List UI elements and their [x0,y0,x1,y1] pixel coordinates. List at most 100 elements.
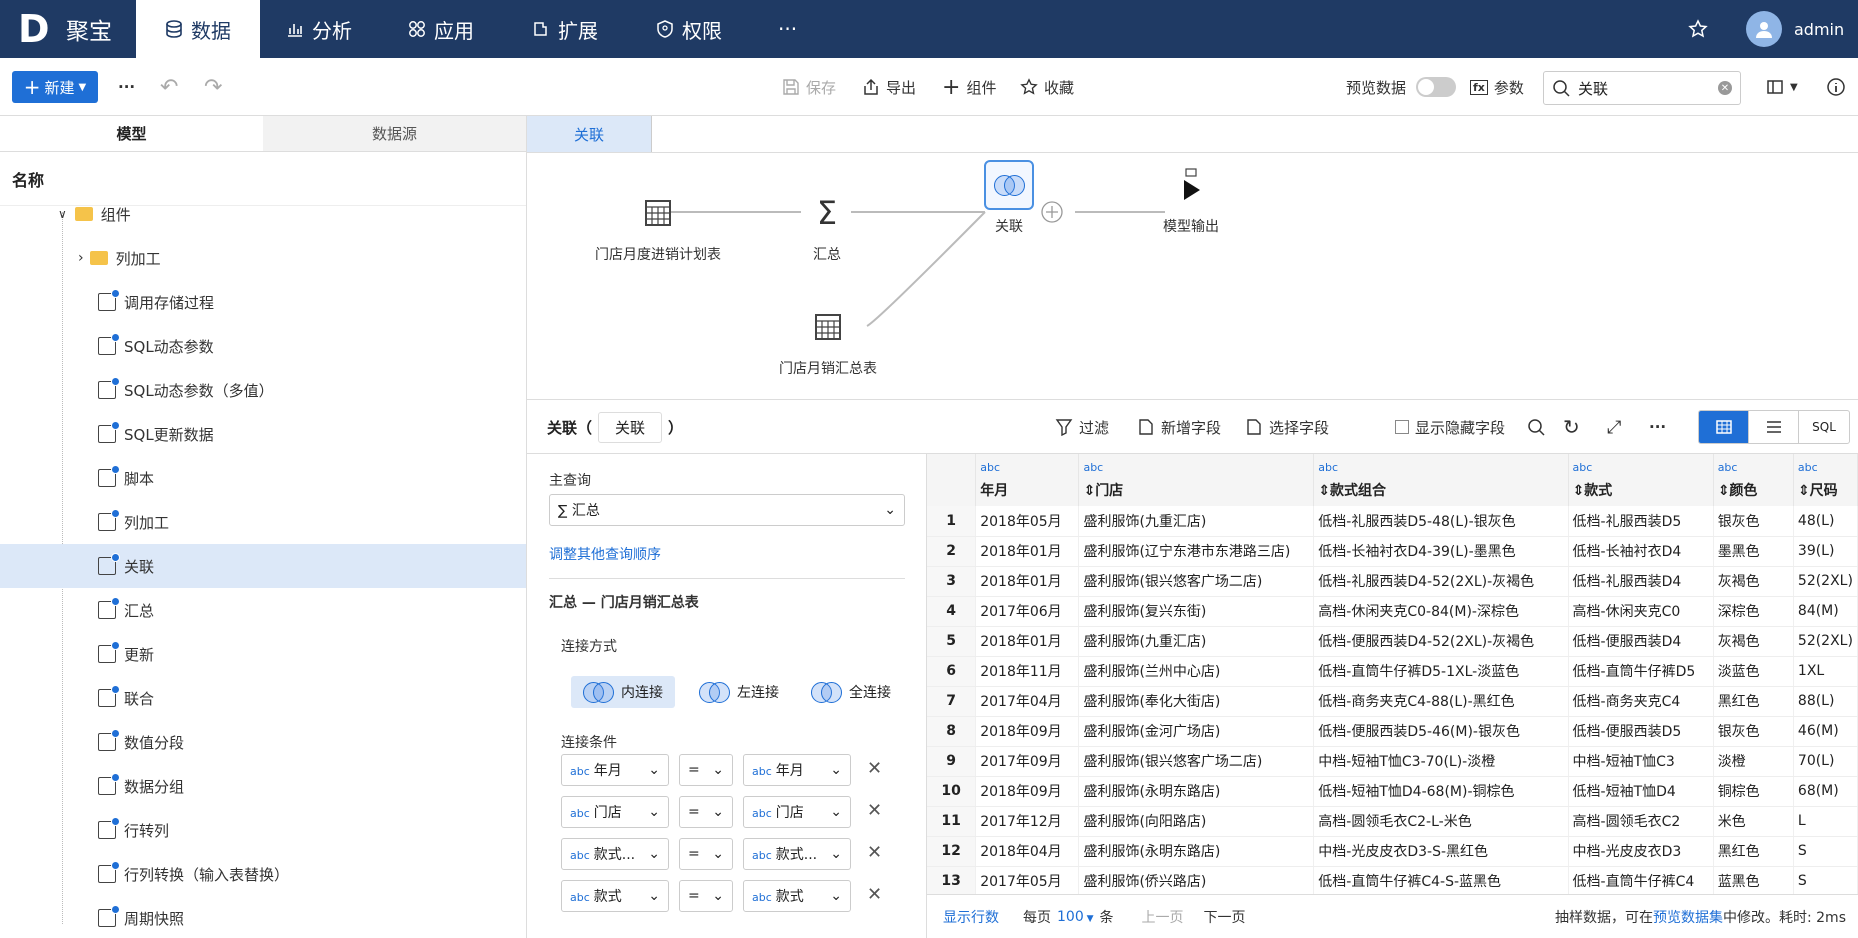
tree-item[interactable]: 汇总 [0,588,526,632]
tree-item[interactable]: 周期快照 [0,896,526,938]
column-header[interactable]: abc ⇕款式组合 [1313,454,1569,506]
node-sales-summary-table[interactable]: 门店月销汇总表 [753,302,903,378]
preview-toggle[interactable] [1416,77,1457,97]
app-logo[interactable]: D 聚宝 [0,0,136,58]
sql-view-button[interactable]: SQL [1799,411,1849,443]
table-row[interactable]: 9 2017年09月 盛利服饰(银兴悠客广场二店) 中档-短袖T恤C3-70(L)-淡… [927,746,1858,777]
info-icon[interactable] [1826,58,1846,116]
tree-item[interactable]: SQL更新数据 [0,412,526,456]
nav-more[interactable]: ··· [778,0,797,58]
nav-permission[interactable]: 权限 [656,0,722,58]
table-row[interactable]: 13 2017年05月 盛利服饰(侨兴路店) 低档-直筒牛仔裤C4-S-蓝黑色 低档-直… [927,866,1858,894]
page-size-select[interactable]: 100 ▼ [1057,909,1094,925]
tree-item[interactable]: SQL动态参数 [0,324,526,368]
node-summary[interactable]: Σ 汇总 [787,188,867,264]
column-header[interactable]: abc ⇕款式 [1568,454,1714,506]
table-row[interactable]: 3 2018年01月 盛利服饰(银兴悠客广场二店) 低档-礼服西装D4-52(2XL)… [927,566,1858,597]
main-query-select[interactable]: ∑ 汇总 ⌄ [549,494,905,526]
tree-item[interactable]: 脚本 [0,456,526,500]
table-row[interactable]: 2 2018年01月 盛利服饰(辽宁东港市东港路三店) 低档-长袖衬衣D4-39(L)… [927,536,1858,567]
more-icon[interactable]: ··· [1649,400,1666,454]
params-button[interactable]: fx 参数 [1470,58,1524,116]
tree-item[interactable]: 数值分段 [0,720,526,764]
component-button[interactable]: + 组件 [942,58,996,116]
user-menu[interactable]: admin [1746,0,1844,58]
export-button[interactable]: 导出 [862,58,916,116]
tree-item[interactable]: 更新 [0,632,526,676]
tree-item-folder-column[interactable]: › 列加工 [0,236,526,280]
table-row[interactable]: 6 2018年11月 盛利服饰(兰州中心店) 低档-直筒牛仔裤D5-1XL-淡蓝色 低档… [927,656,1858,687]
tree-item[interactable]: 数据分组 [0,764,526,808]
next-page-button[interactable]: 下一页 [1204,907,1246,927]
condition-right-field[interactable]: abc 款式... ⌄ [743,838,851,870]
condition-operator[interactable]: = ⌄ [679,754,733,786]
save-button[interactable]: 保存 [782,58,836,116]
show-rows-link[interactable]: 显示行数 [943,907,999,927]
condition-operator[interactable]: = ⌄ [679,796,733,828]
node-join-selected[interactable]: 关联 [969,160,1049,236]
nav-analysis[interactable]: 分析 [286,0,352,58]
join-type-left[interactable]: 左连接 [687,676,791,708]
join-type-inner[interactable]: 内连接 [571,676,675,708]
table-row[interactable]: 10 2018年09月 盛利服饰(永明东路店) 低档-短袖T恤D4-68(M)-铜棕色… [927,776,1858,807]
condition-right-field[interactable]: abc 年月 ⌄ [743,754,851,786]
tree-item-folder-components[interactable]: ∨ 组件 [0,192,526,236]
tree-item-selected[interactable]: 关联 [0,544,526,588]
column-header[interactable]: abc 年月 [975,454,1080,506]
show-hidden-checkbox[interactable]: 显示隐藏字段 [1395,400,1505,454]
node-plan-table[interactable]: 门店月度进销计划表 [583,188,733,264]
column-header[interactable]: abc ⇕门店 [1078,454,1315,506]
select-field-button[interactable]: 选择字段 [1245,400,1329,454]
table-row[interactable]: 8 2018年09月 盛利服饰(金河广场店) 低档-便服西装D5-46(M)-银灰色低… [927,716,1858,747]
condition-right-field[interactable]: abc 款式 ⌄ [743,880,851,912]
table-row[interactable]: 11 2017年12月 盛利服饰(向阳路店) 高档-圆领毛衣C2-L-米色 高档-圆领毛… [927,806,1858,837]
nav-extend[interactable]: 扩展 [532,0,598,58]
tree-item[interactable]: SQL动态参数（多值） [0,368,526,412]
condition-left-field[interactable]: abc 款式... ⌄ [561,838,669,870]
star-icon[interactable] [1688,0,1708,58]
tree-item[interactable]: 列加工 [0,500,526,544]
join-type-full[interactable]: 全连接 [799,676,903,708]
condition-right-field[interactable]: abc 门店 ⌄ [743,796,851,828]
adjust-order-link[interactable]: 调整其他查询顺序 [549,544,661,564]
redo-icon[interactable]: ↷ [204,58,222,116]
table-row[interactable]: 12 2018年04月 盛利服饰(永明东路店) 中档-光皮皮衣D3-S-黑红色 中档-光… [927,836,1858,867]
prev-page-button[interactable]: 上一页 [1142,907,1184,927]
layout-toggle-icon[interactable]: ▼ [1766,58,1798,116]
new-button[interactable]: + 新建 ▼ [12,71,98,103]
condition-operator[interactable]: = ⌄ [679,838,733,870]
grid-view-button[interactable] [1699,411,1749,443]
remove-condition-icon[interactable]: ✕ [867,842,882,863]
list-view-button[interactable] [1749,411,1799,443]
favorite-button[interactable]: 收藏 [1020,58,1074,116]
refresh-icon[interactable]: ↻ [1563,400,1580,454]
node-model-output[interactable]: 模型输出 [1141,160,1241,236]
nav-data[interactable]: 数据 [136,0,260,58]
search-input[interactable]: 关联 ✕ [1543,71,1741,105]
tree-item[interactable]: 行列转换（输入表替换） [0,852,526,896]
nav-apps[interactable]: 应用 [408,0,474,58]
more-button[interactable]: ··· [118,58,135,116]
tree-item[interactable]: 调用存储过程 [0,280,526,324]
column-header[interactable]: abc ⇕尺码 [1793,454,1858,506]
tree-item[interactable]: 行转列 [0,808,526,852]
table-row[interactable]: 4 2017年06月 盛利服饰(复兴东街) 高档-休闲夹克C0-84(M)-深棕色 高档… [927,596,1858,627]
condition-left-field[interactable]: abc 年月 ⌄ [561,754,669,786]
condition-left-field[interactable]: abc 款式 ⌄ [561,880,669,912]
filter-button[interactable]: 过滤 [1055,400,1109,454]
clear-icon[interactable]: ✕ [1718,81,1732,95]
column-header[interactable]: abc ⇕颜色 [1713,454,1794,506]
add-field-button[interactable]: 新增字段 [1137,400,1221,454]
undo-icon[interactable]: ↶ [160,58,178,116]
tree-item[interactable]: 联合 [0,676,526,720]
expand-icon[interactable]: ⤢ [1607,400,1621,454]
search-icon[interactable] [1527,400,1545,454]
table-row[interactable]: 7 2017年04月 盛利服饰(奉化大街店) 低档-商务夹克C4-88(L)-黑红色低… [927,686,1858,717]
condition-left-field[interactable]: abc 门店 ⌄ [561,796,669,828]
preview-dataset-link[interactable]: 预览数据集 [1653,910,1723,926]
table-row[interactable]: 1 2018年05月 盛利服饰(九重汇店) 低档-礼服西装D5-48(L)-银灰色 低档… [927,506,1858,537]
remove-condition-icon[interactable]: ✕ [867,800,882,821]
condition-operator[interactable]: = ⌄ [679,880,733,912]
remove-condition-icon[interactable]: ✕ [867,884,882,905]
remove-condition-icon[interactable]: ✕ [867,758,882,779]
